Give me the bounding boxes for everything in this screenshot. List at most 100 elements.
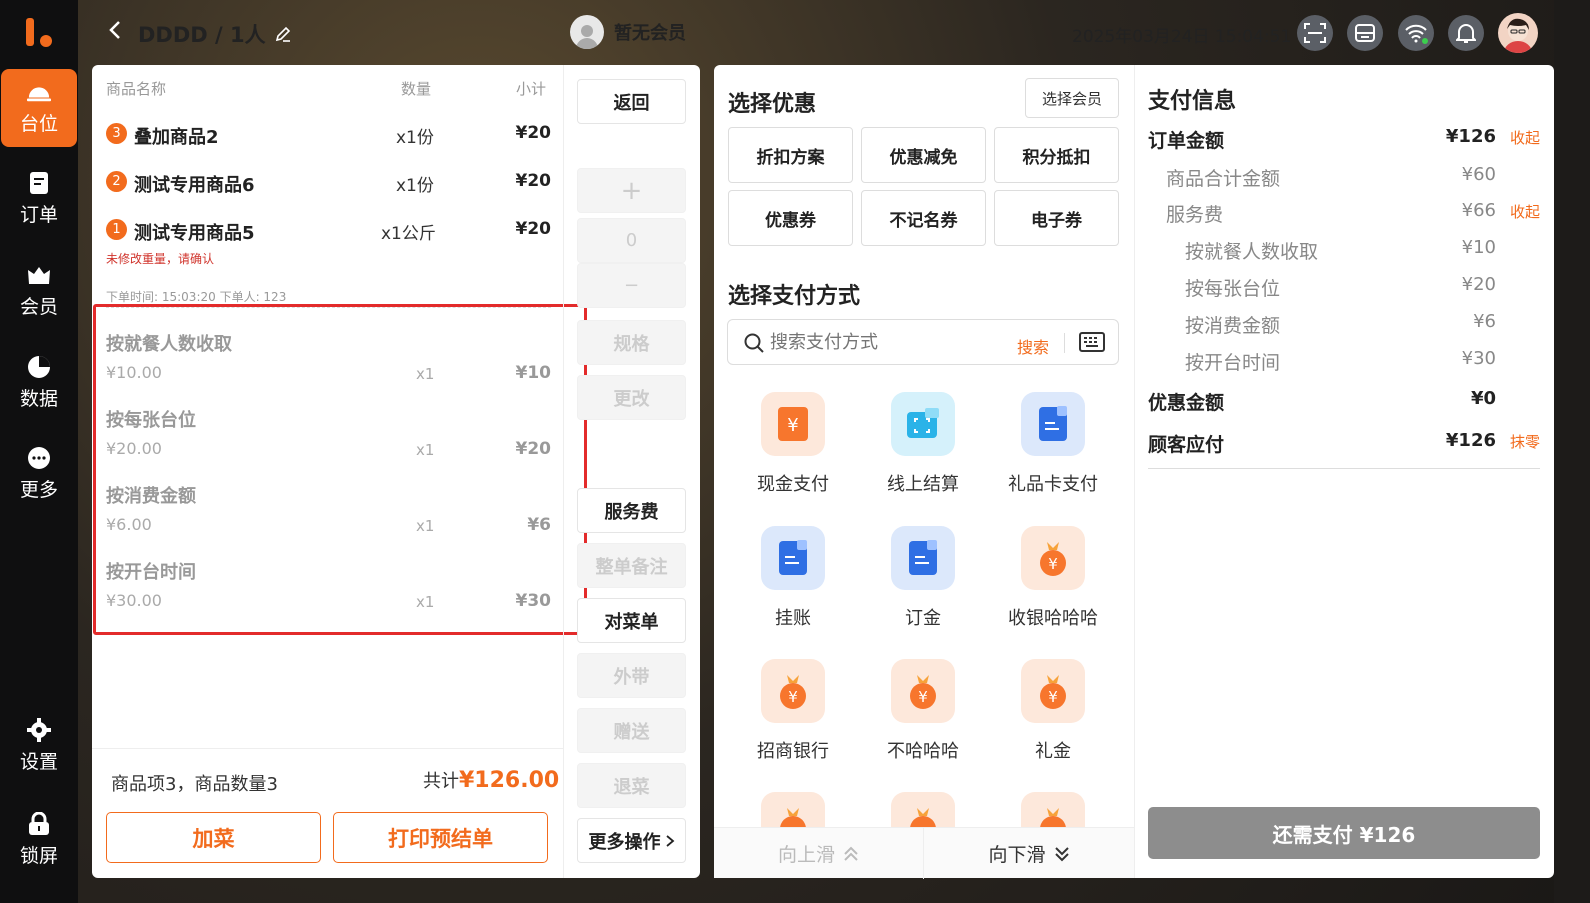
item-amount: ¥20	[515, 219, 552, 239]
col-header-subtotal: 小计	[516, 80, 547, 98]
payment-method-partial[interactable]	[858, 792, 988, 827]
spec-button[interactable]: 规格	[577, 320, 686, 365]
fee-detail-row: 按开台时间 ¥30	[1148, 348, 1540, 378]
payment-label: 不哈哈哈	[887, 741, 959, 762]
print-prebill-button[interactable]: 打印预结单	[333, 812, 548, 863]
scroll-down-label: 向下滑	[988, 844, 1046, 866]
row-value: ¥126	[1445, 126, 1496, 147]
payment-method-cmb[interactable]: ¥ 招商银行	[728, 659, 858, 779]
scroll-down-button[interactable]: 向下滑	[924, 828, 1134, 879]
coupon-button[interactable]: 优惠券	[728, 190, 853, 246]
search-input[interactable]	[770, 328, 1010, 356]
quantity-display: 0	[577, 218, 686, 263]
sidebar-item-data[interactable]: 数据	[0, 344, 78, 422]
payment-label: 线上结算	[887, 474, 959, 495]
payment-method-partial[interactable]	[728, 792, 858, 827]
order-note-button[interactable]: 整单备注	[577, 543, 686, 588]
discount-title: 选择优惠	[728, 92, 817, 117]
money-bag-icon: ¥	[1021, 526, 1085, 590]
return-dish-button[interactable]: 退菜	[577, 763, 686, 808]
svg-text:¥: ¥	[1048, 555, 1058, 573]
collapse-link[interactable]: 收起	[1510, 127, 1540, 148]
check-menu-button[interactable]: 对菜单	[577, 598, 686, 643]
payment-method-deposit[interactable]: 订金	[858, 526, 988, 646]
payment-method-online[interactable]: 线上结算	[858, 392, 988, 512]
row-value: ¥126	[1445, 430, 1496, 451]
scroll-up-button[interactable]: 向上滑	[714, 828, 924, 879]
payment-label: 礼金	[1035, 741, 1071, 762]
item-seq-badge: 1	[106, 219, 127, 240]
remaining-payment-button[interactable]: 还需支付 ¥126	[1148, 807, 1540, 859]
service-fee-row[interactable]: 按开台时间 ¥30.00 x1 ¥30	[106, 558, 551, 634]
more-actions-button[interactable]: 更多操作	[577, 818, 686, 863]
service-fee-row[interactable]: 按消费金额 ¥6.00 x1 ¥6	[106, 482, 551, 558]
payment-search: 搜索	[727, 319, 1119, 365]
cloche-icon	[27, 80, 51, 104]
order-doc-icon	[27, 171, 51, 195]
select-member-button[interactable]: 选择会员	[1025, 78, 1119, 118]
service-fee-button[interactable]: 服务费	[577, 488, 686, 533]
table-title[interactable]: DDDD / 1人	[138, 19, 292, 49]
sidebar-item-label: 订单	[19, 204, 58, 226]
back-chevron-icon[interactable]	[108, 20, 122, 46]
payment-method-gift-card[interactable]: 礼品卡支付	[988, 392, 1118, 512]
payment-method-custom[interactable]: ¥ 收银哈哈哈	[988, 526, 1118, 646]
round-off-link[interactable]: 抹零	[1510, 431, 1540, 452]
collapse-link[interactable]: 收起	[1510, 201, 1540, 222]
service-fee-row[interactable]: 按就餐人数收取 ¥10.00 x1 ¥10	[106, 330, 551, 406]
service-fee-row: 服务费 ¥66 收起	[1148, 200, 1540, 230]
search-button[interactable]: 搜索	[1017, 334, 1049, 358]
user-avatar[interactable]	[1498, 13, 1538, 53]
keyboard-icon[interactable]	[1079, 331, 1105, 353]
scan-button[interactable]	[1297, 15, 1333, 51]
row-label: 商品合计金额	[1166, 168, 1281, 190]
payment-method-partial[interactable]	[988, 792, 1118, 827]
sidebar-item-more[interactable]: 更多	[0, 435, 78, 513]
footer-divider	[92, 748, 563, 749]
order-item[interactable]: 1 测试专用商品5 x1公斤 ¥20	[106, 214, 551, 254]
notification-button[interactable]	[1448, 15, 1484, 51]
add-dish-button[interactable]: 加菜	[106, 812, 321, 863]
item-amount: ¥20	[515, 171, 552, 191]
bearer-coupon-button[interactable]: 不记名券	[861, 190, 986, 246]
increase-button[interactable]: +	[577, 168, 686, 213]
sidebar-item-lock[interactable]: 锁屏	[0, 801, 78, 879]
sidebar-item-settings[interactable]: 设置	[0, 707, 78, 785]
order-item[interactable]: 2 测试专用商品6 x1份 ¥20	[106, 166, 551, 206]
payment-method-custom2[interactable]: ¥ 不哈哈哈	[858, 659, 988, 779]
e-coupon-button[interactable]: 电子券	[994, 190, 1119, 246]
more-actions-label: 更多操作	[588, 831, 661, 853]
payment-method-cash[interactable]: ¥ 现金支付	[728, 392, 858, 512]
sidebar-item-label: 台位	[19, 113, 58, 135]
gift-button[interactable]: 赠送	[577, 708, 686, 753]
cash-drawer-button[interactable]	[1347, 15, 1383, 51]
sidebar-item-members[interactable]: 会员	[0, 252, 78, 330]
fee-qty: x1	[416, 365, 435, 383]
fee-qty: x1	[416, 441, 435, 459]
row-value: ¥30	[1461, 348, 1496, 369]
modify-button[interactable]: 更改	[577, 375, 686, 420]
payment-method-gift-money[interactable]: ¥ 礼金	[988, 659, 1118, 779]
page-title: DDDD / 1人	[138, 23, 266, 47]
member-selector[interactable]: 暂无会员	[570, 15, 686, 49]
service-fee-row[interactable]: 按每张台位 ¥20.00 x1 ¥20	[106, 406, 551, 482]
order-item[interactable]: 3 叠加商品2 x1份 ¥20	[106, 118, 551, 158]
discount-reduction-button[interactable]: 优惠减免	[861, 127, 986, 183]
payment-label: 礼品卡支付	[1008, 474, 1098, 495]
decrease-button[interactable]: −	[577, 263, 686, 308]
takeaway-button[interactable]: 外带	[577, 653, 686, 698]
payment-method-credit[interactable]: 挂账	[728, 526, 858, 646]
row-label: 按消费金额	[1185, 315, 1281, 337]
item-seq-badge: 3	[106, 123, 127, 144]
sidebar-item-orders[interactable]: 订单	[0, 160, 78, 238]
row-label: 按每张台位	[1185, 278, 1281, 300]
return-button[interactable]: 返回	[577, 79, 686, 124]
discount-plan-button[interactable]: 折扣方案	[728, 127, 853, 183]
scroll-controls: 向上滑 向下滑	[714, 827, 1134, 879]
bell-icon	[1456, 24, 1476, 43]
fee-name: 按每张台位	[106, 410, 196, 431]
wifi-button[interactable]	[1398, 15, 1434, 51]
points-deduction-button[interactable]: 积分抵扣	[994, 127, 1119, 183]
fee-price: ¥30.00	[106, 591, 162, 610]
sidebar-item-table[interactable]: 台位	[1, 69, 77, 147]
